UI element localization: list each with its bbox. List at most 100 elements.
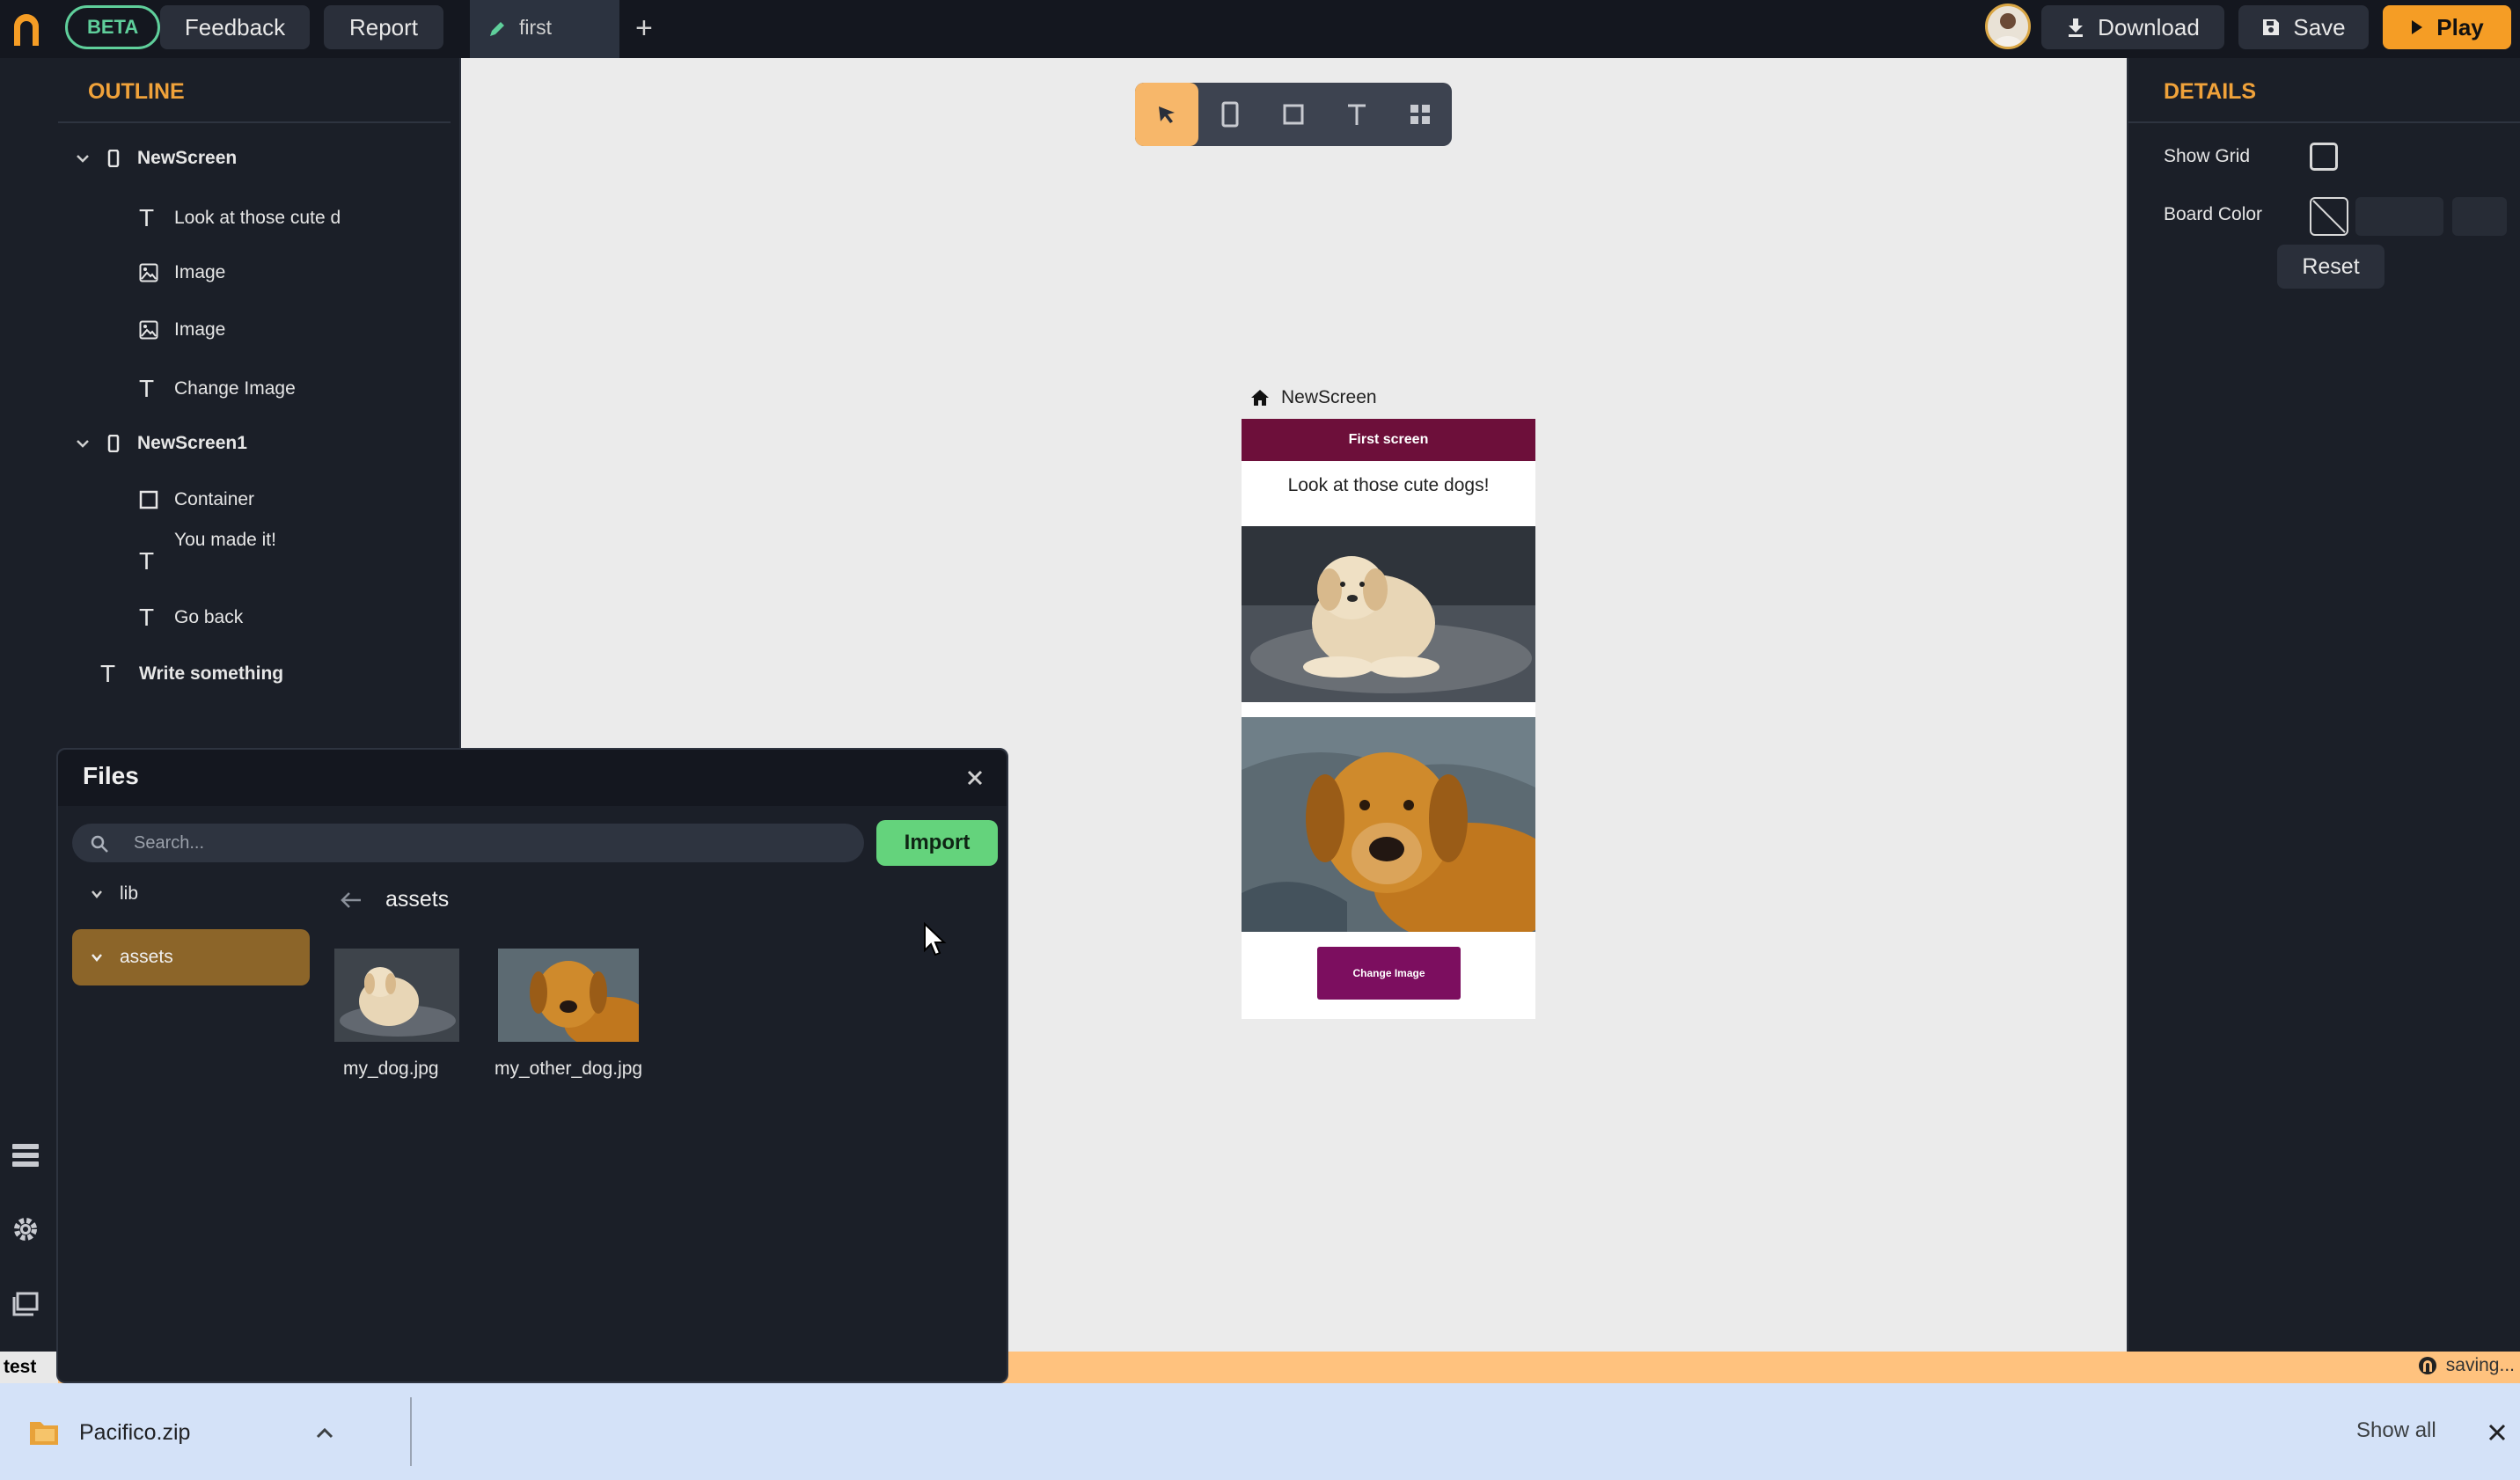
image-icon [139,320,158,340]
phone-icon [107,435,120,452]
canvas-toolbar [1135,83,1452,146]
outline-item-write-something[interactable]: T Write something [100,660,283,688]
outline-item-text[interactable]: T Change Image [139,375,296,403]
no-color-icon [2312,200,2346,233]
phone-icon [107,150,120,167]
outline-item-newscreen[interactable]: NewScreen [74,148,237,169]
save-button[interactable]: Save [2238,5,2369,49]
files-dialog: Files Search... Import lib assets assets… [56,748,1008,1383]
screen-label[interactable]: NewScreen [1249,387,1377,408]
back-arrow-icon[interactable] [340,890,363,910]
divider [58,121,451,123]
save-icon [2263,19,2280,35]
add-tab-icon[interactable]: + [635,11,653,46]
app-logo-icon [14,14,39,46]
app-bar-title[interactable]: First screen [1242,419,1535,461]
search-icon [91,835,108,853]
outline-item-container[interactable]: Container [139,489,254,510]
mouse-cursor-icon [924,922,947,956]
widgets-icon [1410,105,1430,124]
outline-item-text[interactable]: T You made it! [139,530,276,588]
close-icon[interactable] [2485,1420,2509,1445]
image-icon [139,263,158,282]
phone-icon [1221,101,1239,128]
zip-file-icon [30,1422,58,1445]
download-filename: Pacifico.zip [79,1419,191,1445]
change-image-button[interactable]: Change Image [1317,947,1461,1000]
saving-indicator: saving... [2418,1355,2515,1376]
close-icon[interactable] [959,762,991,794]
puppy-image[interactable] [1242,526,1535,702]
outline-item-image[interactable]: Image [139,262,225,283]
divider [2128,121,2520,123]
board-color-hex-input[interactable] [2355,197,2443,236]
outline-panel: OUTLINE NewScreen T Look at those cute d… [58,58,461,753]
square-icon [139,490,158,509]
feedback-button[interactable]: Feedback [160,5,310,49]
show-grid-checkbox[interactable] [2310,143,2338,171]
text-icon: T [139,204,155,231]
chevron-up-icon[interactable] [315,1425,334,1440]
app-logo-icon [2418,1357,2436,1374]
outline-item-newscreen1[interactable]: NewScreen1 [74,433,247,454]
text-icon [1348,104,1366,125]
screen-tool[interactable] [1198,83,1262,146]
play-button[interactable]: Play [2383,5,2511,49]
pencil-icon [490,22,504,36]
chevron-down-icon[interactable] [74,150,92,167]
text-tool[interactable] [1325,83,1388,146]
cursor-arrow-icon [1159,106,1175,123]
files-dialog-header [58,750,1007,806]
current-folder: assets [385,887,450,912]
outline-item-text[interactable]: T Look at those cute d [139,204,341,232]
file-thumbnail-my-other-dog[interactable] [498,949,639,1042]
container-tool[interactable] [1262,83,1325,146]
outline-item-image[interactable]: Image [139,319,225,341]
beta-badge: BETA [65,5,161,49]
tree-item-assets[interactable]: assets [72,929,310,985]
download-item[interactable]: Pacifico.zip [28,1418,334,1447]
top-bar: BETA Feedback Report first + Download Sa… [0,0,2520,58]
show-all-link[interactable]: Show all [2356,1418,2436,1443]
text-icon: T [139,375,155,402]
components-tool[interactable] [1388,83,1452,146]
files-icon[interactable] [12,1292,39,1316]
import-button[interactable]: Import [876,820,998,866]
reset-button[interactable]: Reset [2277,245,2384,289]
status-project-name: test [0,1352,58,1383]
file-name: my_other_dog.jpg [494,1059,643,1079]
download-icon [2069,18,2084,37]
chevron-down-icon [92,954,102,962]
tab-label: first [519,16,553,39]
tab-first[interactable]: first [470,0,619,58]
show-grid-label: Show Grid [2164,146,2251,166]
screen-text[interactable]: Look at those cute dogs! [1242,475,1535,496]
home-icon [1251,390,1269,406]
outline-item-text[interactable]: T Go back [139,604,243,632]
chevron-down-icon[interactable] [74,435,92,452]
settings-gear-icon[interactable] [12,1216,39,1242]
layers-icon[interactable] [12,1144,39,1167]
select-tool[interactable] [1135,83,1198,146]
text-icon: T [139,547,155,575]
tree-item-lib[interactable]: lib [90,883,138,905]
chevron-down-icon [92,890,102,898]
divider [410,1397,412,1466]
download-button[interactable]: Download [2041,5,2224,49]
breadcrumb: assets [340,887,449,912]
files-dialog-title: Files [83,762,139,789]
file-name: my_dog.jpg [343,1059,439,1079]
report-button[interactable]: Report [324,5,443,49]
square-icon [1283,104,1304,125]
file-thumbnail-my-dog[interactable] [334,949,459,1042]
files-search-input[interactable]: Search... [72,824,864,862]
dog-image[interactable] [1242,717,1535,932]
details-title: DETAILS [2164,79,2257,104]
avatar[interactable] [1985,4,2031,49]
download-bar [0,1383,2520,1480]
text-icon: T [100,660,116,687]
board-color-label: Board Color [2164,204,2263,224]
left-rail [0,58,58,1352]
board-color-alpha-input[interactable] [2452,197,2507,236]
board-color-swatch[interactable] [2310,197,2348,236]
